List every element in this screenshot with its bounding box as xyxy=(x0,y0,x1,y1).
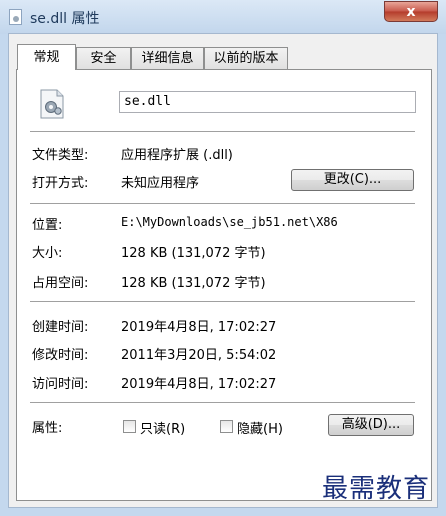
file-type-value: 应用程序扩展 (.dll) xyxy=(121,148,233,163)
watermark-text: 最需教育 xyxy=(322,474,431,504)
properties-window: se.dll 属性 x 常规 安全 详细信息 以前的版本 se.dll 文件类型… xyxy=(0,0,446,516)
separator xyxy=(30,301,415,303)
size-value: 128 KB (131,072 字节) xyxy=(121,246,266,261)
open-with-value: 未知应用程序 xyxy=(121,176,200,191)
tab-security[interactable]: 安全 xyxy=(76,47,131,69)
close-button[interactable]: x xyxy=(384,1,438,22)
size-label: 大小: xyxy=(32,246,63,261)
location-label: 位置: xyxy=(32,218,63,233)
modified-label: 修改时间: xyxy=(32,348,89,363)
disk-size-label: 占用空间: xyxy=(32,276,89,291)
hidden-label[interactable]: 隐藏(H) xyxy=(237,418,283,437)
created-value: 2019年4月8日, 17:02:27 xyxy=(121,320,277,335)
accessed-value: 2019年4月8日, 17:02:27 xyxy=(121,377,277,392)
dll-gear-icon xyxy=(40,89,64,119)
tab-previous-versions[interactable]: 以前的版本 xyxy=(204,47,288,69)
file-name-field[interactable]: se.dll xyxy=(119,91,416,113)
separator xyxy=(30,131,415,133)
title-bar[interactable]: se.dll 属性 x xyxy=(0,0,446,34)
dll-file-icon xyxy=(9,9,22,25)
location-value: E:\MyDownloads\se_jb51.net\X86 xyxy=(121,215,338,229)
tab-general[interactable]: 常规 xyxy=(17,44,76,70)
accessed-label: 访问时间: xyxy=(32,377,89,392)
hidden-checkbox[interactable] xyxy=(220,420,233,433)
modified-value: 2011年3月20日, 5:54:02 xyxy=(121,348,277,363)
file-type-label: 文件类型: xyxy=(32,148,89,163)
readonly-checkbox[interactable] xyxy=(123,420,136,433)
separator xyxy=(30,402,415,404)
readonly-label[interactable]: 只读(R) xyxy=(140,418,185,437)
tab-details[interactable]: 详细信息 xyxy=(131,47,204,69)
separator xyxy=(30,203,415,205)
created-label: 创建时间: xyxy=(32,320,89,335)
window-title: se.dll 属性 xyxy=(30,11,100,27)
open-with-label: 打开方式: xyxy=(32,176,89,191)
attributes-label: 属性: xyxy=(32,421,63,436)
advanced-button[interactable]: 高级(D)... xyxy=(328,414,414,436)
disk-size-value: 128 KB (131,072 字节) xyxy=(121,276,266,291)
change-button[interactable]: 更改(C)... xyxy=(291,169,414,191)
